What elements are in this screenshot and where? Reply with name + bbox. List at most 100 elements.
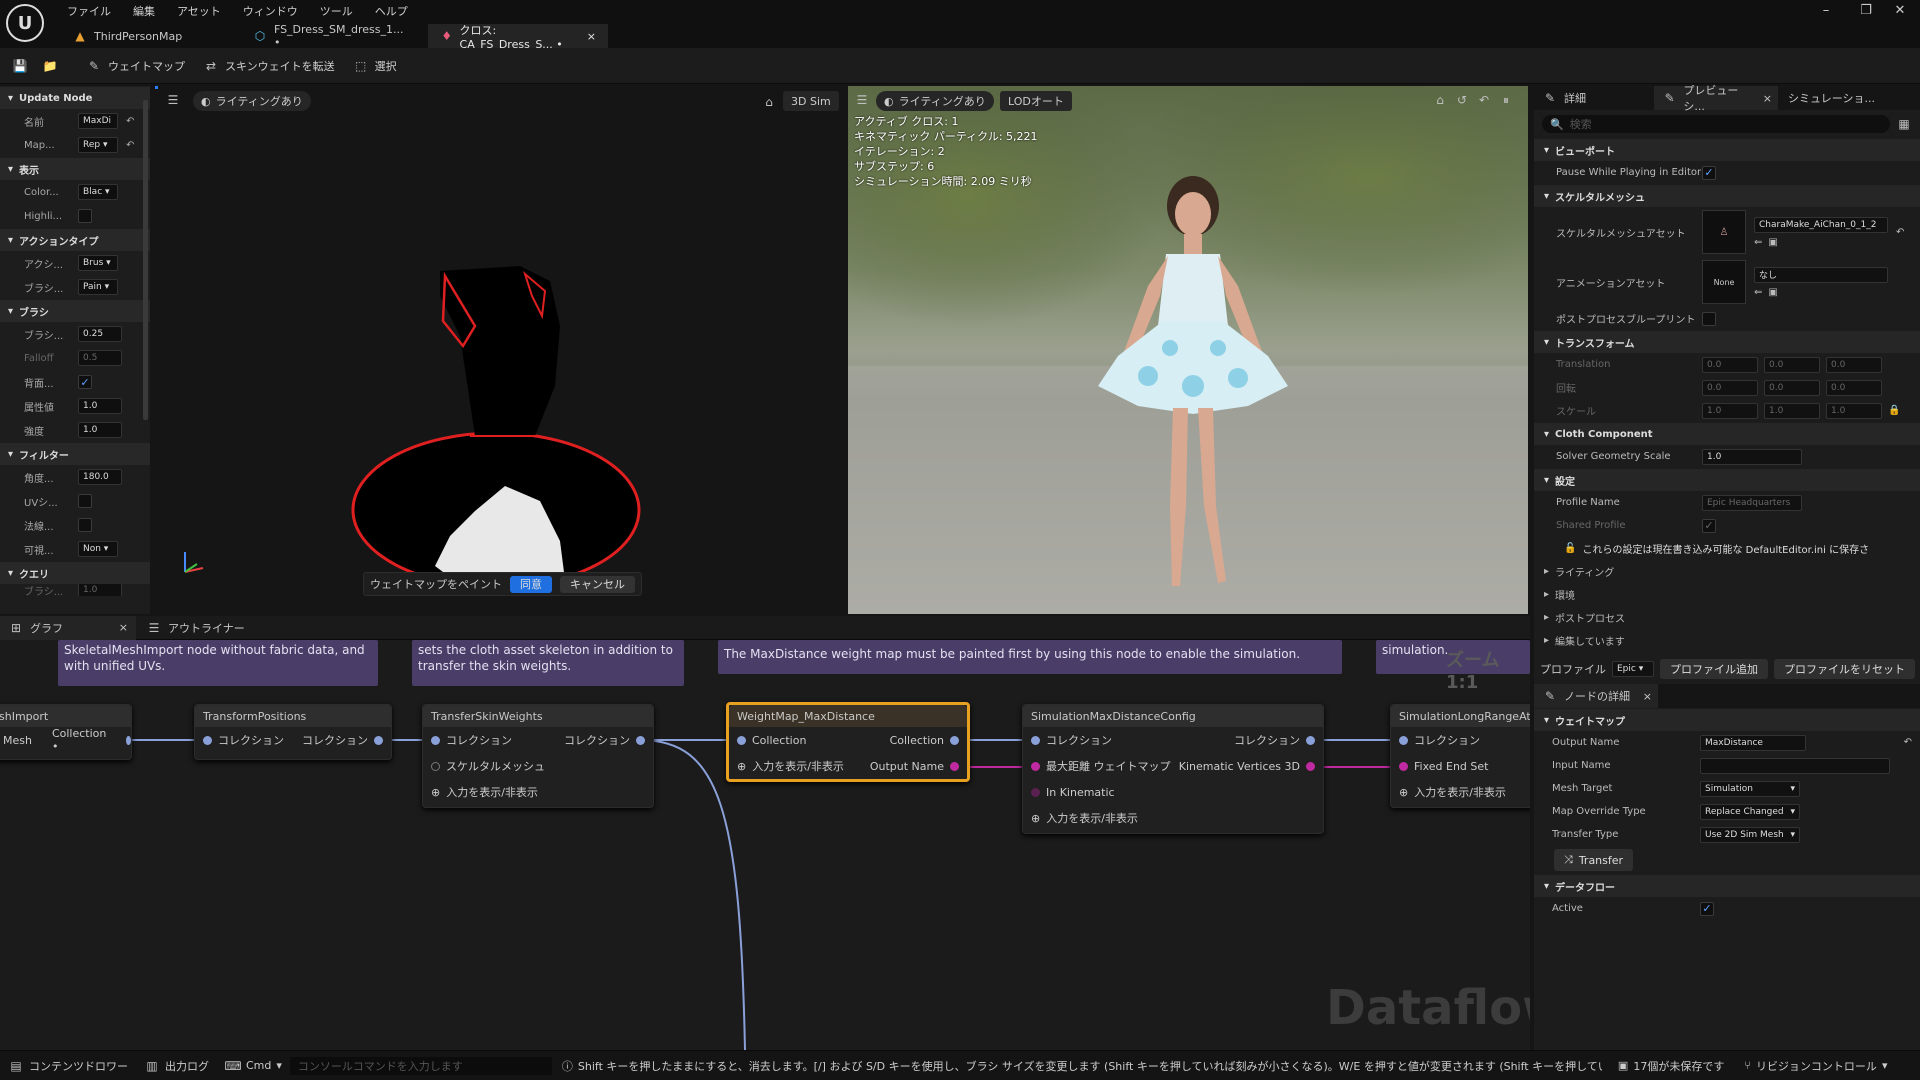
name-field[interactable]: MaxDi: [78, 113, 118, 129]
unsaved-button[interactable]: ▣ 17個が未保存です: [1618, 1058, 1724, 1074]
input-pin[interactable]: [1031, 787, 1040, 797]
tab-skeletal-mesh[interactable]: ⬡ FS_Dress_SM_dress_1... •: [240, 23, 425, 49]
visibility-dropdown[interactable]: Non ▾: [78, 541, 118, 557]
normal-checkbox[interactable]: [78, 518, 92, 532]
section-action-type[interactable]: ▾ アクションタイプ: [0, 229, 150, 251]
scale-y[interactable]: 1.0: [1764, 402, 1820, 419]
transfer-type-dropdown[interactable]: Use 2D Sim Mesh ▾: [1700, 826, 1800, 843]
dataflow-graph[interactable]: SkeletalMeshImport node without fabric d…: [0, 640, 1530, 1050]
content-drawer-button[interactable]: ▤ コンテンツドロワー: [0, 1058, 128, 1074]
transfer-skin-button[interactable]: ⇄ スキンウェイトを転送: [197, 53, 341, 79]
lighting-toggle[interactable]: ◐ ライティングあり: [876, 91, 994, 111]
section-weightmap[interactable]: ▾ ウェイトマップ: [1534, 709, 1920, 731]
cmd-dropdown[interactable]: ⌨ Cmd ▾: [224, 1058, 282, 1074]
translation-z[interactable]: 0.0: [1826, 356, 1882, 373]
tab-details[interactable]: ✎ 詳細: [1534, 86, 1654, 110]
input-pin[interactable]: [431, 735, 440, 745]
input-pin[interactable]: [1399, 761, 1408, 771]
section-viewport[interactable]: ▾ ビューポート: [1534, 139, 1920, 161]
output-pin[interactable]: [1306, 735, 1315, 745]
node-transform-positions[interactable]: TransformPositions コレクション コレクション: [194, 704, 392, 760]
animation-dropdown[interactable]: なし: [1754, 266, 1888, 283]
revision-control-button[interactable]: ⑂ リビジョンコントロール ▾: [1744, 1058, 1887, 1074]
toggle-label[interactable]: 入力を表示/非表示: [752, 758, 844, 774]
reset-icon[interactable]: ↶: [1904, 737, 1912, 748]
node-weightmap-maxdistance[interactable]: WeightMap_MaxDistance Collection Collect…: [726, 702, 970, 782]
unreal-logo-icon[interactable]: U: [6, 4, 44, 42]
section-lighting[interactable]: ▸ ライティング: [1534, 560, 1920, 583]
postprocess-checkbox[interactable]: [1702, 311, 1716, 326]
translation-x[interactable]: 0.0: [1702, 356, 1758, 373]
weightmap-button[interactable]: ✎ ウェイトマップ: [80, 53, 191, 79]
skeletal-asset-dropdown[interactable]: CharaMake_AiChan_0_1_2: [1754, 216, 1888, 233]
input-pin[interactable]: [1031, 735, 1040, 745]
rotation-z[interactable]: 0.0: [1826, 379, 1882, 396]
solver-scale-field[interactable]: 1.0: [1702, 448, 1802, 465]
minimize-icon[interactable]: –: [1806, 0, 1846, 20]
browse-icon[interactable]: ⇐: [1754, 237, 1762, 248]
action-dropdown[interactable]: Brus ▾: [78, 255, 118, 271]
output-pin[interactable]: [950, 735, 959, 745]
output-log-button[interactable]: ▥ 出力ログ: [144, 1058, 209, 1074]
console-input[interactable]: コンソールコマンドを入力します: [289, 1056, 552, 1075]
browse-icon[interactable]: ⇐: [1754, 287, 1762, 298]
reset-sim-icon[interactable]: ↺: [1454, 92, 1470, 108]
accept-button[interactable]: 同意: [510, 575, 552, 593]
reset-icon[interactable]: ↶: [126, 116, 134, 127]
node-transfer-skin-weights[interactable]: TransferSkinWeights コレクション コレクション スケルタルメ…: [422, 704, 654, 808]
node-simulation-long-range[interactable]: SimulationLongRangeAtt コレクション Fixed End …: [1390, 704, 1530, 808]
section-dataflow[interactable]: ▾ データフロー: [1534, 875, 1920, 897]
lighting-toggle[interactable]: ◐ ライティングあり: [193, 91, 311, 111]
plus-icon[interactable]: ⊕: [737, 760, 746, 773]
toggle-inputs[interactable]: ⊕ 入力を表示/非表示: [1391, 779, 1530, 805]
menu-asset[interactable]: アセット: [166, 3, 232, 19]
section-display[interactable]: ▾ 表示: [0, 158, 150, 180]
folder-icon[interactable]: ▣: [1768, 287, 1777, 298]
section-editing[interactable]: ▸ 編集しています: [1534, 629, 1920, 652]
reset-icon[interactable]: ↶: [126, 140, 134, 151]
section-cloth-component[interactable]: ▾ Cloth Component: [1534, 423, 1920, 445]
map-dropdown[interactable]: Rep ▾: [78, 137, 118, 153]
brush-size-field[interactable]: 0.25: [78, 326, 122, 342]
menu-window[interactable]: ウィンドウ: [232, 3, 309, 19]
weight-paint-viewport[interactable]: ☰ ◐ ライティングあり ⌂ 3D Sim ウェイトマップをペイント 同意 キャ…: [155, 86, 845, 614]
input-pin[interactable]: [1399, 735, 1408, 745]
color-dropdown[interactable]: Blac ▾: [78, 184, 118, 200]
map-override-dropdown[interactable]: Replace Changed ▾: [1700, 803, 1800, 820]
query-brush-field[interactable]: 1.0: [78, 584, 122, 596]
hamburger-menu-icon[interactable]: ☰: [165, 92, 181, 108]
tab-node-details[interactable]: ✎ ノードの詳細 ×: [1534, 684, 1658, 708]
anim-thumbnail[interactable]: None: [1702, 260, 1746, 304]
section-settings[interactable]: ▾ 設定: [1534, 469, 1920, 491]
output-pin[interactable]: [1306, 761, 1315, 771]
tab-graph[interactable]: ⊞ グラフ ×: [0, 615, 136, 640]
output-pin[interactable]: [950, 761, 959, 771]
active-checkbox[interactable]: ✓: [1700, 901, 1714, 916]
output-pin[interactable]: [126, 735, 131, 745]
close-window-icon[interactable]: ✕: [1880, 0, 1920, 20]
simulation-preview-viewport[interactable]: ☰ ◐ ライティングあり LODオート ⌂ ↺ ↶ ⏸ アクティブ クロス: 1…: [848, 86, 1528, 614]
output-name-field[interactable]: MaxDistance: [1700, 734, 1806, 751]
save-icon[interactable]: 💾: [12, 58, 28, 74]
menu-file[interactable]: ファイル: [56, 3, 122, 19]
view-options-icon[interactable]: ▦: [1896, 116, 1912, 132]
asset-thumbnail[interactable]: ♙: [1702, 210, 1746, 254]
cancel-button[interactable]: キャンセル: [560, 575, 635, 593]
toggle-inputs[interactable]: ⊕ 入力を表示/非表示: [1023, 805, 1323, 831]
search-box[interactable]: 🔍 検索: [1542, 115, 1890, 133]
tab-preview-scene[interactable]: ✎ プレビューシ... ×: [1654, 84, 1778, 113]
translation-y[interactable]: 0.0: [1764, 356, 1820, 373]
input-pin[interactable]: [737, 735, 746, 745]
step-back-icon[interactable]: ↶: [1476, 92, 1492, 108]
tab-outliner[interactable]: ☰ アウトライナー: [136, 616, 255, 640]
menu-tools[interactable]: ツール: [309, 3, 364, 19]
input-name-field[interactable]: [1700, 757, 1890, 774]
rotation-y[interactable]: 0.0: [1764, 379, 1820, 396]
tab-simulation[interactable]: シミュレーショ...: [1778, 86, 1908, 110]
section-query[interactable]: ▾ クエリ: [0, 562, 150, 584]
camera-icon[interactable]: ⌂: [761, 94, 777, 110]
close-tab-icon[interactable]: ×: [587, 30, 596, 43]
uv-checkbox[interactable]: [78, 494, 92, 508]
pause-checkbox[interactable]: ✓: [1702, 165, 1716, 180]
lock-icon[interactable]: 🔒: [1888, 405, 1900, 416]
